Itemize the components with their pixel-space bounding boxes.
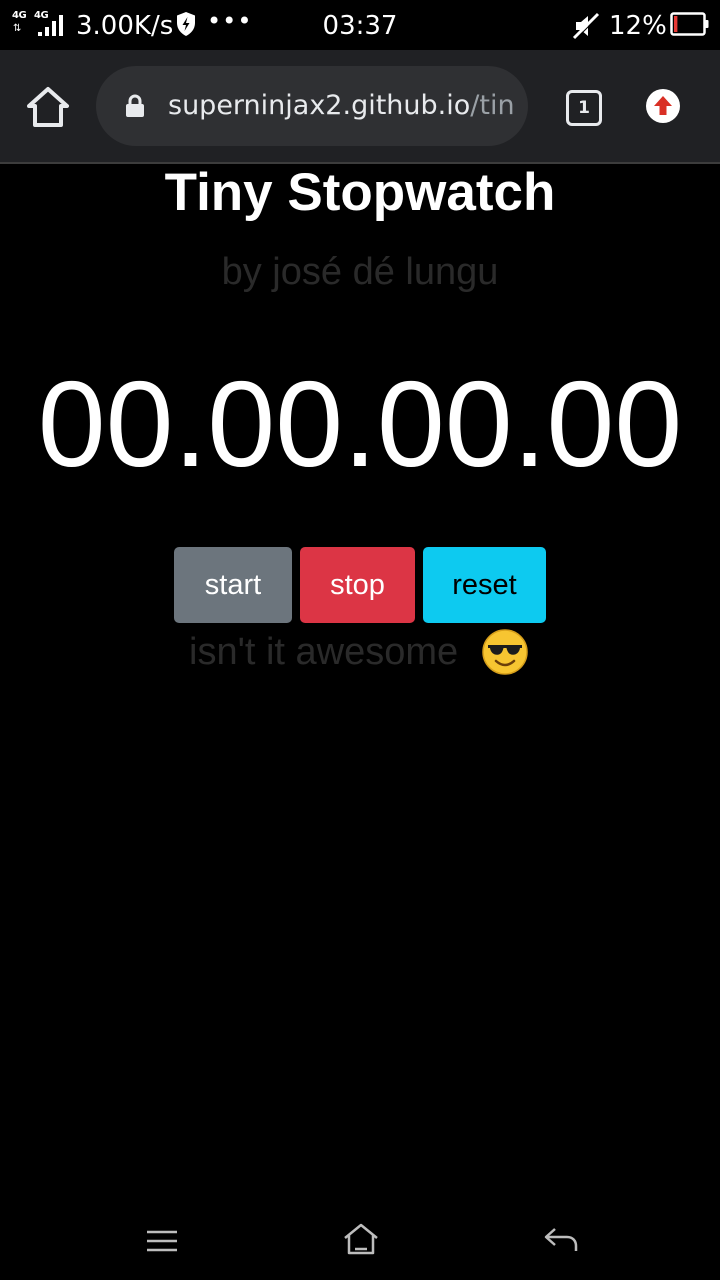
more-notifications-icon: ••• — [207, 7, 253, 35]
home-icon[interactable] — [26, 86, 70, 128]
page-title: Tiny Stopwatch — [164, 163, 556, 222]
tab-switcher-button[interactable]: 1 — [566, 90, 602, 126]
author-byline: by josé dé lungu — [221, 251, 499, 293]
update-arrow-icon[interactable] — [645, 88, 681, 124]
clock: 03:37 — [322, 11, 398, 41]
stopwatch-display: 00.00.00.00 — [37, 356, 683, 492]
menu-icon[interactable] — [145, 1226, 179, 1256]
smiling-face-with-sunglasses-icon — [482, 629, 528, 675]
url-text: superninjax2.github.io/tiny-stopwatch — [168, 87, 513, 125]
start-button[interactable]: start — [174, 547, 292, 623]
status-bar: 4G 4G ⇅ 3.00K/s ••• 03:37 12% — [0, 0, 720, 50]
browser-toolbar: superninjax2.github.io/tiny-stopwatch 1 — [0, 50, 720, 164]
tagline: isn't it awesome — [189, 631, 459, 673]
network-speed: 3.00K/s — [76, 11, 174, 41]
url-path: /tiny-stopwatch — [470, 90, 513, 121]
signal-icon — [38, 15, 63, 36]
network-type-label: 4G — [12, 10, 27, 21]
back-icon[interactable] — [543, 1226, 579, 1254]
address-bar[interactable]: superninjax2.github.io/tiny-stopwatch — [96, 66, 528, 146]
data-activity-icon: ⇅ — [13, 23, 22, 34]
battery-icon — [670, 12, 709, 36]
stop-button[interactable]: stop — [300, 547, 415, 623]
home-icon[interactable] — [342, 1222, 380, 1256]
url-host: superninjax2.github.io — [168, 90, 471, 121]
shield-icon — [177, 12, 195, 36]
navigation-bar — [0, 1200, 720, 1280]
reset-button[interactable]: reset — [423, 547, 546, 623]
lock-icon — [126, 94, 144, 117]
tab-count: 1 — [578, 98, 590, 118]
battery-percent: 12% — [609, 11, 667, 41]
mute-icon — [572, 12, 600, 40]
